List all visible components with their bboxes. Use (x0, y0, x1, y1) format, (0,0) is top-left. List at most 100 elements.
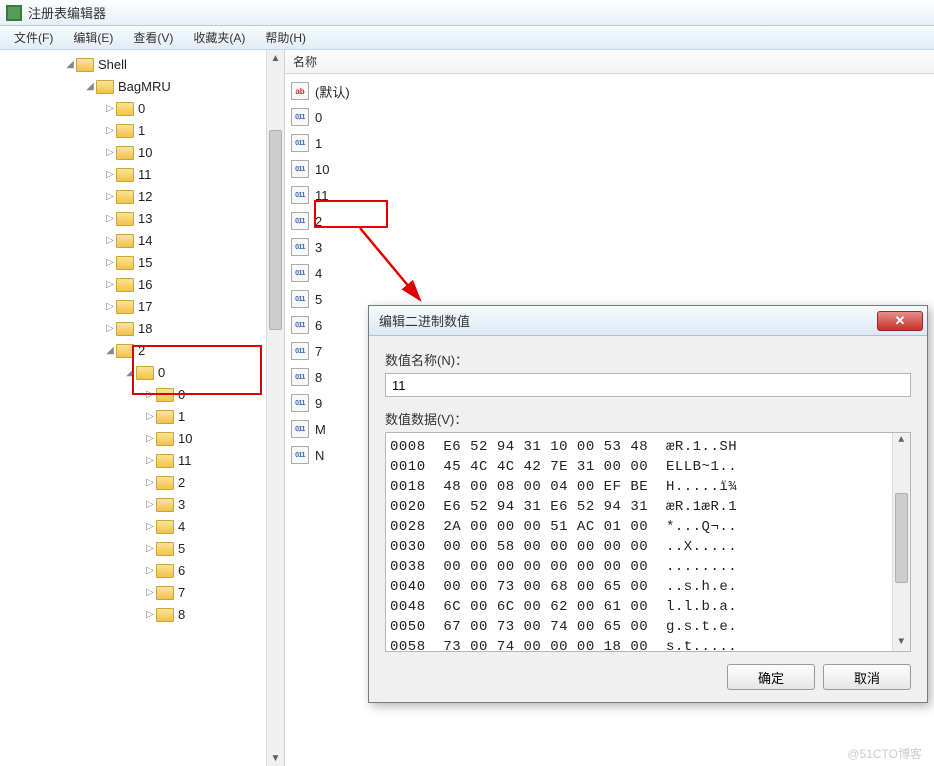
folder-icon (96, 80, 114, 94)
list-header-name[interactable]: 名称 (285, 50, 934, 74)
list-item[interactable]: 3 (285, 234, 934, 260)
scroll-up-icon[interactable]: ▲ (267, 50, 284, 66)
scroll-down-icon[interactable]: ▼ (893, 635, 910, 651)
tree-item[interactable]: ▷5 (4, 538, 284, 560)
menu-help[interactable]: 帮助(H) (255, 27, 316, 48)
app-icon (6, 5, 22, 21)
tree-label: 4 (178, 516, 185, 538)
folder-icon (116, 256, 134, 270)
binary-value-icon (291, 212, 309, 230)
tree-item[interactable]: ▷0 (4, 98, 284, 120)
chevron-right-icon[interactable]: ▷ (144, 384, 156, 406)
chevron-down-icon[interactable]: ◢ (104, 340, 116, 362)
folder-icon (156, 542, 174, 556)
tree-scrollbar[interactable]: ▲ ▼ (266, 50, 284, 766)
scroll-down-icon[interactable]: ▼ (267, 750, 284, 766)
tree-item[interactable]: ▷ 14 (4, 230, 284, 252)
tree-item[interactable]: ▷0 (4, 384, 284, 406)
tree-item[interactable]: ▷7 (4, 582, 284, 604)
folder-icon (76, 58, 94, 72)
list-item[interactable]: 1 (285, 130, 934, 156)
list-label: 0 (315, 110, 322, 125)
tree-label: Shell (98, 54, 127, 76)
tree-item[interactable]: ▷11 (4, 450, 284, 472)
tree-item[interactable]: ▷17 (4, 296, 284, 318)
scroll-thumb[interactable] (269, 130, 282, 330)
list-label: 3 (315, 240, 322, 255)
chevron-right-icon[interactable]: ▷ (104, 186, 116, 208)
tree-item-bagmru[interactable]: ◢ BagMRU (4, 76, 284, 98)
tree-item[interactable]: ▷8 (4, 604, 284, 626)
menu-file[interactable]: 文件(F) (4, 27, 63, 48)
cancel-button[interactable]: 取消 (823, 664, 911, 690)
chevron-right-icon[interactable]: ▷ (144, 538, 156, 560)
menu-favorites[interactable]: 收藏夹(A) (183, 27, 255, 48)
tree-item-2-0[interactable]: ◢0 (4, 362, 284, 384)
tree-item[interactable]: ▷13 (4, 208, 284, 230)
tree-item[interactable]: ▷6 (4, 560, 284, 582)
tree-item[interactable]: ▷15 (4, 252, 284, 274)
tree-item-2[interactable]: ◢2 (4, 340, 284, 362)
tree-item[interactable]: ▷16 (4, 274, 284, 296)
chevron-right-icon[interactable]: ▷ (104, 164, 116, 186)
list-item-11[interactable]: 11 (285, 182, 934, 208)
list-item[interactable]: 4 (285, 260, 934, 286)
close-icon: ✕ (895, 313, 906, 329)
chevron-right-icon[interactable]: ▷ (104, 230, 116, 252)
list-item[interactable]: 2 (285, 208, 934, 234)
chevron-down-icon[interactable]: ◢ (84, 76, 96, 98)
chevron-right-icon[interactable]: ▷ (104, 252, 116, 274)
chevron-down-icon[interactable]: ◢ (124, 362, 136, 384)
list-item[interactable]: 0 (285, 104, 934, 130)
scroll-thumb[interactable] (895, 493, 908, 583)
chevron-right-icon[interactable]: ▷ (104, 98, 116, 120)
tree-item[interactable]: ▷12 (4, 186, 284, 208)
menu-view[interactable]: 查看(V) (123, 27, 183, 48)
chevron-right-icon[interactable]: ▷ (104, 208, 116, 230)
tree-item[interactable]: ▷1 (4, 406, 284, 428)
registry-tree[interactable]: ◢ Shell ◢ BagMRU ▷0 ▷1 ▷10 ▷11 ▷12 ▷13 ▷… (0, 50, 284, 630)
list-label: 4 (315, 266, 322, 281)
folder-icon (116, 168, 134, 182)
chevron-right-icon[interactable]: ▷ (104, 120, 116, 142)
chevron-right-icon[interactable]: ▷ (144, 582, 156, 604)
chevron-right-icon[interactable]: ▷ (104, 318, 116, 340)
chevron-right-icon[interactable]: ▷ (144, 406, 156, 428)
tree-item[interactable]: ▷ 11 (4, 164, 284, 186)
tree-item-shell[interactable]: ◢ Shell (4, 54, 284, 76)
chevron-right-icon[interactable]: ▷ (104, 274, 116, 296)
list-item[interactable]: 10 (285, 156, 934, 182)
chevron-right-icon[interactable]: ▷ (144, 494, 156, 516)
hex-scrollbar[interactable]: ▲ ▼ (892, 433, 910, 651)
chevron-right-icon[interactable]: ▷ (144, 560, 156, 582)
chevron-right-icon[interactable]: ▷ (144, 450, 156, 472)
tree-label: 0 (158, 362, 165, 384)
tree-item[interactable]: ▷10 (4, 428, 284, 450)
tree-label: 3 (178, 494, 185, 516)
tree-label: 14 (138, 230, 152, 252)
folder-icon (156, 476, 174, 490)
dialog-button-row: 确定 取消 (385, 664, 911, 690)
close-button[interactable]: ✕ (877, 311, 923, 331)
chevron-right-icon[interactable]: ▷ (104, 142, 116, 164)
tree-label: 11 (138, 164, 152, 186)
menu-edit[interactable]: 编辑(E) (63, 27, 123, 48)
tree-item[interactable]: ▷2 (4, 472, 284, 494)
tree-item[interactable]: ▷18 (4, 318, 284, 340)
list-item-default[interactable]: (默认) (285, 78, 934, 104)
tree-item[interactable]: ▷10 (4, 142, 284, 164)
chevron-right-icon[interactable]: ▷ (144, 472, 156, 494)
tree-item[interactable]: ▷1 (4, 120, 284, 142)
chevron-right-icon[interactable]: ▷ (104, 296, 116, 318)
chevron-right-icon[interactable]: ▷ (144, 604, 156, 626)
ok-button[interactable]: 确定 (727, 664, 815, 690)
scroll-up-icon[interactable]: ▲ (893, 433, 910, 449)
value-name-input[interactable] (385, 373, 911, 397)
tree-item[interactable]: ▷4 (4, 516, 284, 538)
tree-item[interactable]: ▷3 (4, 494, 284, 516)
chevron-down-icon[interactable]: ◢ (64, 54, 76, 76)
chevron-right-icon[interactable]: ▷ (144, 428, 156, 450)
chevron-right-icon[interactable]: ▷ (144, 516, 156, 538)
dialog-titlebar[interactable]: 编辑二进制数值 ✕ (369, 306, 927, 336)
hex-editor[interactable]: 0008 E6 52 94 31 10 00 53 48 æR.1..SH 00… (385, 432, 911, 652)
